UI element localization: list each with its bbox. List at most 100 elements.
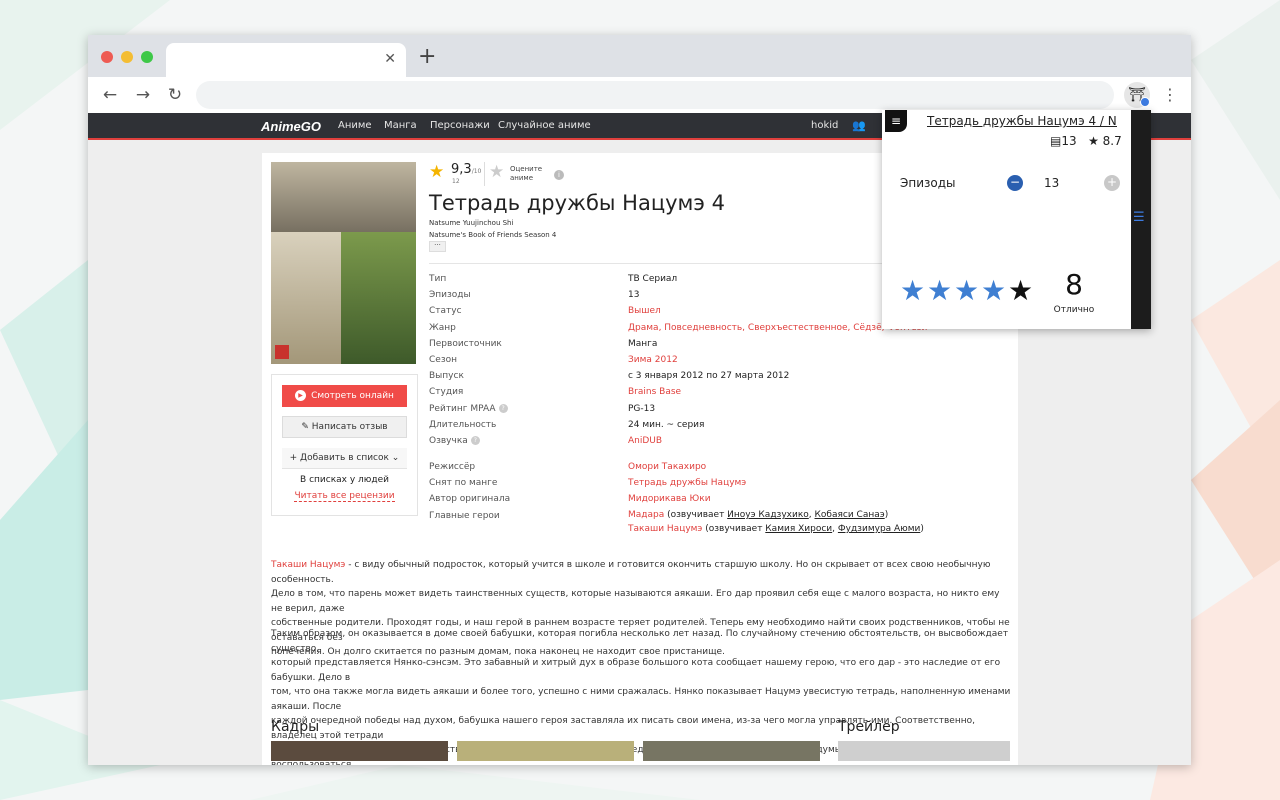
read-reviews-link[interactable]: Читать все рецензии xyxy=(272,491,417,502)
frame-thumbnail[interactable] xyxy=(457,741,634,761)
rating-value: 9,3 xyxy=(451,162,472,177)
staff-row-label: Режиссёр xyxy=(429,462,475,472)
popup-episodes-total: 13 xyxy=(1061,134,1077,148)
staff-row-value[interactable]: Омори Такахиро xyxy=(628,462,706,472)
main-hero: Такаши Нацумэ (озвучивает Камия Хироси, … xyxy=(628,524,924,534)
info-row-label: Первоисточник xyxy=(429,339,502,349)
info-row-label: Длительность xyxy=(429,420,496,430)
write-review-label: Написать отзыв xyxy=(311,422,388,432)
list-icon[interactable]: ☰ xyxy=(1133,210,1145,225)
decrement-episodes-button[interactable]: − xyxy=(1007,175,1023,191)
star-filled-icon[interactable]: ★ xyxy=(981,277,1006,305)
frames-heading: Кадры xyxy=(271,719,320,735)
info-key: Рейтинг MPAA xyxy=(429,403,496,414)
staff-row-label: Автор оригинала xyxy=(429,494,510,504)
main-hero: Мадара (озвучивает Иноуэ Кадзухико, Коба… xyxy=(628,510,888,520)
info-row-value[interactable]: AniDUB xyxy=(628,436,662,446)
hero-link[interactable]: Такаши Нацумэ xyxy=(628,524,702,534)
extension-popup: ≡ Тетрадь дружбы Нацумэ 4 / Natsume Yuuj… xyxy=(882,110,1151,329)
character-link[interactable]: Такаши Нацумэ xyxy=(271,560,345,570)
increment-episodes-button[interactable]: + xyxy=(1104,175,1120,191)
info-key: Статус xyxy=(429,306,462,317)
browser-tab[interactable]: ✕ xyxy=(166,43,406,77)
description-line: том, что она также могла видеть аякаши и… xyxy=(271,687,1011,712)
info-row-value: 13 xyxy=(628,290,640,301)
write-review-button[interactable]: ✎ Написать отзыв xyxy=(282,416,407,438)
info-row-label: Эпизоды xyxy=(429,290,471,300)
watch-online-button[interactable]: ▶ Смотреть онлайн xyxy=(282,385,407,407)
back-icon[interactable]: ← xyxy=(101,86,119,104)
description-line: Дело в том, что парень может видеть таин… xyxy=(271,589,1000,614)
info-row-value: ТВ Сериал xyxy=(628,274,678,284)
info-row-label: Рейтинг MPAA? xyxy=(429,403,508,414)
voice-actor-link[interactable]: Кобаяси Санаэ xyxy=(815,510,885,520)
nav-random-anime[interactable]: Случайное аниме xyxy=(498,120,591,131)
score-star-icon: ★ xyxy=(1088,134,1099,148)
more-titles-button[interactable]: ··· xyxy=(429,241,446,252)
help-icon[interactable]: ? xyxy=(498,403,508,413)
star-empty-icon[interactable]: ★ xyxy=(1008,277,1033,305)
maximize-window-button[interactable] xyxy=(141,51,153,63)
anime-title: Тетрадь дружбы Нацумэ 4 xyxy=(429,191,725,215)
info-key: Выпуск xyxy=(429,371,464,382)
close-window-button[interactable] xyxy=(101,51,113,63)
info-row-value[interactable]: Зима 2012 xyxy=(628,355,678,365)
staff-row-label: Снят по манге xyxy=(429,478,497,488)
minimize-window-button[interactable] xyxy=(121,51,133,63)
nav-username[interactable]: hokid xyxy=(811,120,838,131)
frame-thumbnail[interactable] xyxy=(643,741,820,761)
alt-title-romaji: Natsume Yuujinchou Shi xyxy=(429,219,514,227)
address-bar[interactable] xyxy=(196,81,1114,109)
info-key: Первоисточник xyxy=(429,338,502,349)
add-to-list-button[interactable]: + Добавить в список ⌄ xyxy=(282,448,407,469)
browser-menu-icon[interactable]: ⋮ xyxy=(1162,86,1178,104)
info-row-value[interactable]: Brains Base xyxy=(628,387,681,397)
voice-actor-link[interactable]: Фудзимура Аюми xyxy=(838,524,921,534)
hero-voice-suffix: ) xyxy=(920,524,924,534)
nav-manga[interactable]: Манга xyxy=(384,120,417,131)
new-tab-icon[interactable]: + xyxy=(418,45,436,69)
site-logo[interactable]: AnimeGO xyxy=(261,119,321,134)
hero-voice-prefix: (озвучивает xyxy=(702,524,766,534)
info-row-value: с 3 января 2012 по 27 марта 2012 xyxy=(628,371,790,382)
description-line: Таким образом, он оказывается в доме сво… xyxy=(271,629,1009,654)
rate-star-icon[interactable]: ★ xyxy=(489,162,504,182)
hero-link[interactable]: Мадара xyxy=(628,510,664,520)
rate-prompt[interactable]: Оцените аниме xyxy=(510,165,550,183)
info-icon[interactable]: i xyxy=(554,170,564,180)
info-key: Главные герои xyxy=(429,510,500,521)
voice-actor-link[interactable]: Иноуэ Кадзухико xyxy=(727,510,809,520)
info-key: Студия xyxy=(429,387,464,398)
info-row-value: PG-13 xyxy=(628,403,656,414)
info-row-value[interactable]: Вышел xyxy=(628,306,661,316)
voice-actor-link[interactable]: Камия Хироси xyxy=(765,524,832,534)
info-key: Жанр xyxy=(429,322,456,333)
trailer-thumbnail[interactable] xyxy=(838,741,1010,761)
star-filled-icon[interactable]: ★ xyxy=(927,277,952,305)
reload-icon[interactable]: ↻ xyxy=(166,86,184,104)
info-key: Автор оригинала xyxy=(429,494,511,505)
poster-roof xyxy=(271,162,416,232)
staff-row-value[interactable]: Тетрадь дружбы Нацумэ xyxy=(628,478,746,488)
staff-row-value[interactable]: Мидорикава Юки xyxy=(628,494,711,504)
user-score: 8 xyxy=(1065,268,1083,301)
extension-icon[interactable]: ⛩ xyxy=(1124,82,1150,108)
menu-icon[interactable]: ≡ xyxy=(885,110,907,132)
description-line: - с виду обычный подросток, который учит… xyxy=(271,560,991,585)
rating-scale: /10 xyxy=(471,168,482,175)
in-lists-text: В списках у людей xyxy=(300,475,389,485)
poster-logo-mark xyxy=(275,345,289,359)
frame-thumbnail[interactable] xyxy=(271,741,448,761)
rating-score: 9,3/10 xyxy=(451,162,481,177)
nav-anime[interactable]: Аниме xyxy=(338,120,372,131)
star-filled-icon[interactable]: ★ xyxy=(900,277,925,305)
help-icon[interactable]: ? xyxy=(470,436,480,445)
star-filled-icon[interactable]: ★ xyxy=(954,277,979,305)
nav-characters[interactable]: Персонажи xyxy=(430,120,490,131)
info-row-label: Статус xyxy=(429,306,462,316)
description-line: который представляется Нянко-сэнсэм. Это… xyxy=(271,658,1001,683)
forward-icon[interactable]: → xyxy=(134,86,152,104)
tab-close-icon[interactable]: ✕ xyxy=(384,51,396,67)
friends-icon[interactable]: 👥 xyxy=(852,119,866,132)
popup-anime-title[interactable]: Тетрадь дружбы Нацумэ 4 / Natsume Yuujin… xyxy=(927,114,1117,128)
